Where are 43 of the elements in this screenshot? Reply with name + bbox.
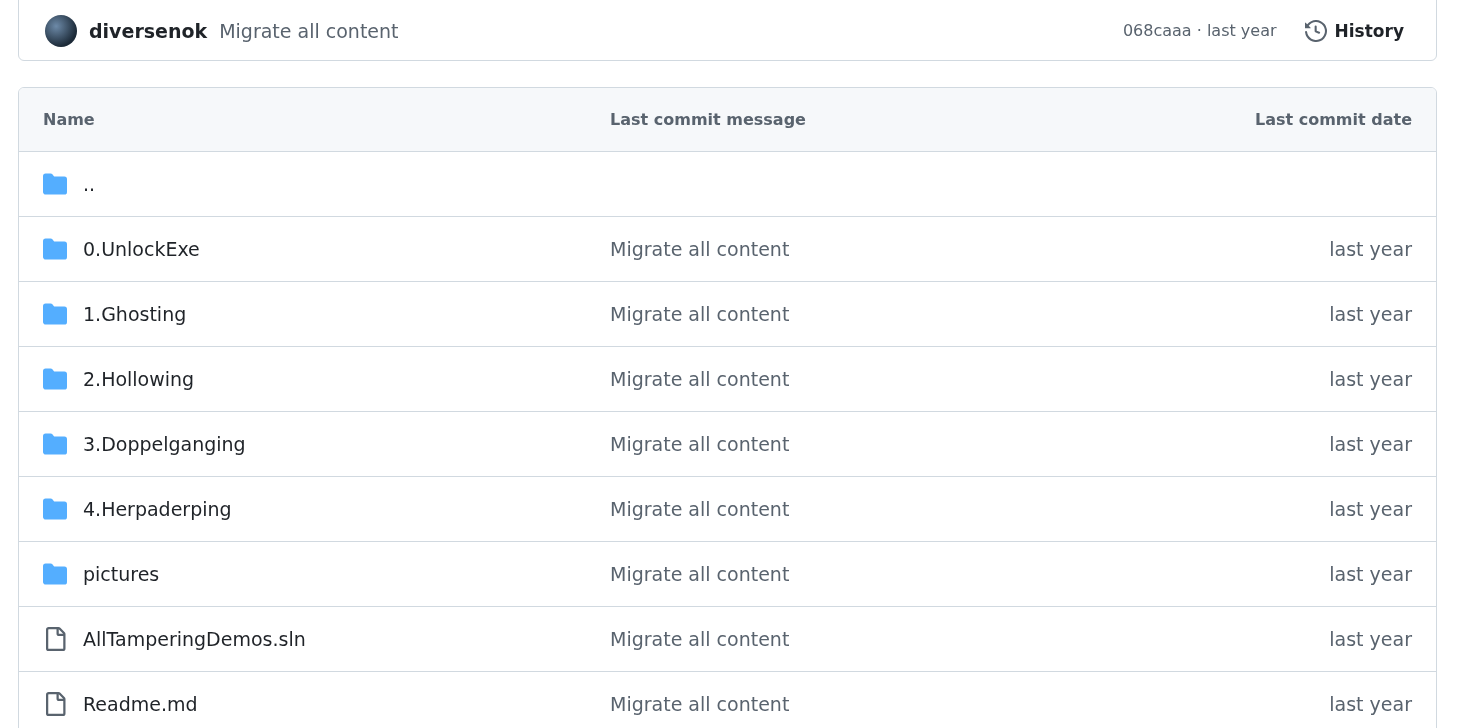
commit-date: last year — [1328, 368, 1412, 390]
commit-date: last year — [1328, 238, 1412, 260]
file-name-link[interactable]: 1.Ghosting — [83, 303, 187, 325]
folder-icon — [43, 302, 67, 326]
commit-message-link[interactable]: Migrate all content — [610, 368, 1112, 390]
file-name-link[interactable]: 3.Doppelganging — [83, 433, 246, 455]
file-name-link[interactable]: .. — [83, 173, 96, 195]
commit-message-link[interactable]: Migrate all content — [610, 498, 1112, 520]
file-name-link[interactable]: 4.Herpaderping — [83, 498, 232, 520]
avatar-icon — [45, 14, 77, 47]
commit-date: last year — [1328, 628, 1412, 650]
commit-date: last year — [1328, 303, 1412, 325]
commit-message-link[interactable]: Migrate all content — [610, 303, 1112, 325]
author-link[interactable]: diversenok — [89, 19, 208, 42]
history-icon — [1304, 19, 1327, 42]
folder-icon — [43, 367, 67, 391]
file-name-link[interactable]: pictures — [83, 563, 160, 585]
file-name-link[interactable]: 2.Hollowing — [83, 368, 195, 390]
file-icon — [43, 627, 67, 651]
column-header: Last commit date — [1254, 110, 1412, 129]
commit-message-link[interactable]: Migrate all content — [610, 238, 1112, 260]
file-name-link[interactable]: Readme.md — [83, 693, 198, 715]
commit-message-link[interactable]: Migrate all content — [610, 563, 1112, 585]
folder-icon — [43, 562, 67, 586]
commit-message-link[interactable]: Migrate all content — [610, 433, 1112, 455]
file-icon — [43, 692, 67, 716]
column-header: Name — [43, 110, 96, 129]
commit-hash-link[interactable]: 068caaa · last year — [1122, 21, 1277, 40]
folder-icon — [43, 497, 67, 521]
commit-date: last year — [1328, 433, 1412, 455]
commit-message-link[interactable]: Migrate all content — [610, 693, 1112, 715]
file-name-link[interactable]: 0.UnlockExe — [83, 238, 200, 260]
commit-date: last year — [1328, 563, 1412, 585]
commit-message-link[interactable]: Migrate all content — [610, 628, 1112, 650]
column-header: Last commit message — [610, 110, 807, 129]
folder-icon — [43, 432, 67, 456]
commit-date: last year — [1328, 693, 1412, 715]
folder-icon — [43, 172, 67, 196]
file-name-link[interactable]: AllTamperingDemos.sln — [83, 628, 306, 650]
history-button[interactable]: History — [1298, 15, 1410, 46]
commit-message-link[interactable]: Migrate all content — [219, 19, 399, 42]
commit-date: last year — [1328, 498, 1412, 520]
folder-icon — [43, 237, 67, 261]
